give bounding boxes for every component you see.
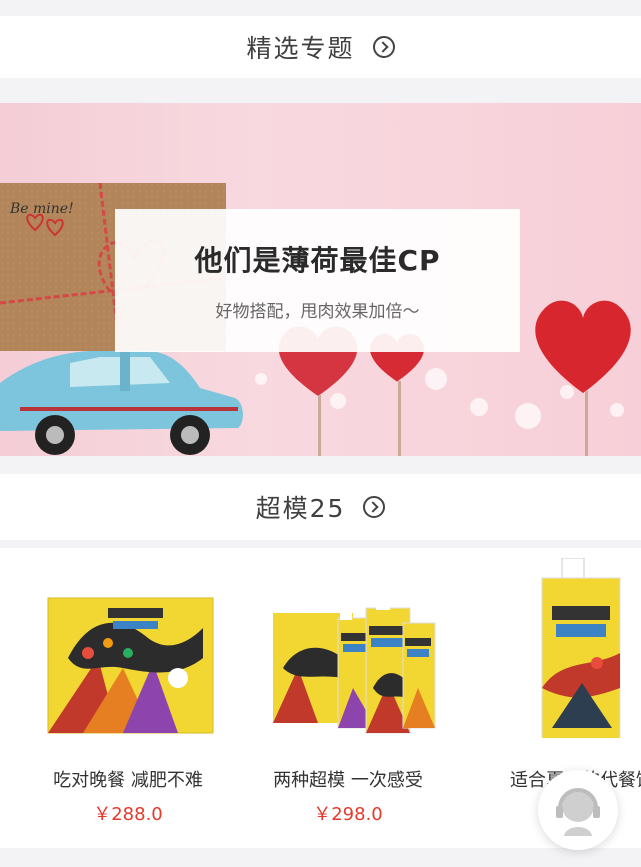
bokeh-light <box>255 373 267 385</box>
product-image <box>47 597 214 734</box>
product-name: 两种超模 一次感受 <box>273 770 423 791</box>
brand-section-title: 超模25 <box>255 494 346 523</box>
banner-caption-card[interactable]: 他们是薄荷最佳CP 好物搭配，甩肉效果加倍～ <box>115 209 520 352</box>
heart-stick <box>398 381 401 456</box>
featured-section-title: 精选专题 <box>246 34 355 63</box>
product-image <box>273 598 436 734</box>
product-price: ￥288.0 <box>93 804 163 825</box>
product-price: ￥298.0 <box>313 804 383 825</box>
featured-section-header[interactable]: 精选专题 <box>0 16 641 78</box>
customer-service-button[interactable] <box>538 770 618 850</box>
featured-banner[interactable]: Be mine! 他们是薄荷最佳CP 好物搭配，甩肉效果加倍～ <box>0 103 641 456</box>
chevron-right-circle-icon[interactable] <box>363 496 386 518</box>
product-name: 吃对晚餐 减肥不难 <box>53 770 203 791</box>
brand-section-header[interactable]: 超模25 <box>0 474 641 540</box>
heart-stick <box>318 395 321 456</box>
chevron-right-circle-icon[interactable] <box>372 36 395 58</box>
bokeh-light <box>610 403 624 417</box>
gift-handwriting: Be mine! <box>9 201 74 217</box>
customer-service-icon <box>556 788 600 836</box>
heart-decoration-icon <box>535 300 631 393</box>
banner-title: 他们是薄荷最佳CP <box>194 244 441 277</box>
bokeh-light <box>515 403 541 429</box>
product-image <box>541 558 621 738</box>
banner-subtitle: 好物搭配，甩肉效果加倍～ <box>215 302 420 322</box>
heart-stick <box>585 391 588 456</box>
bokeh-light <box>470 398 488 416</box>
vintage-car-illustration <box>0 351 243 455</box>
